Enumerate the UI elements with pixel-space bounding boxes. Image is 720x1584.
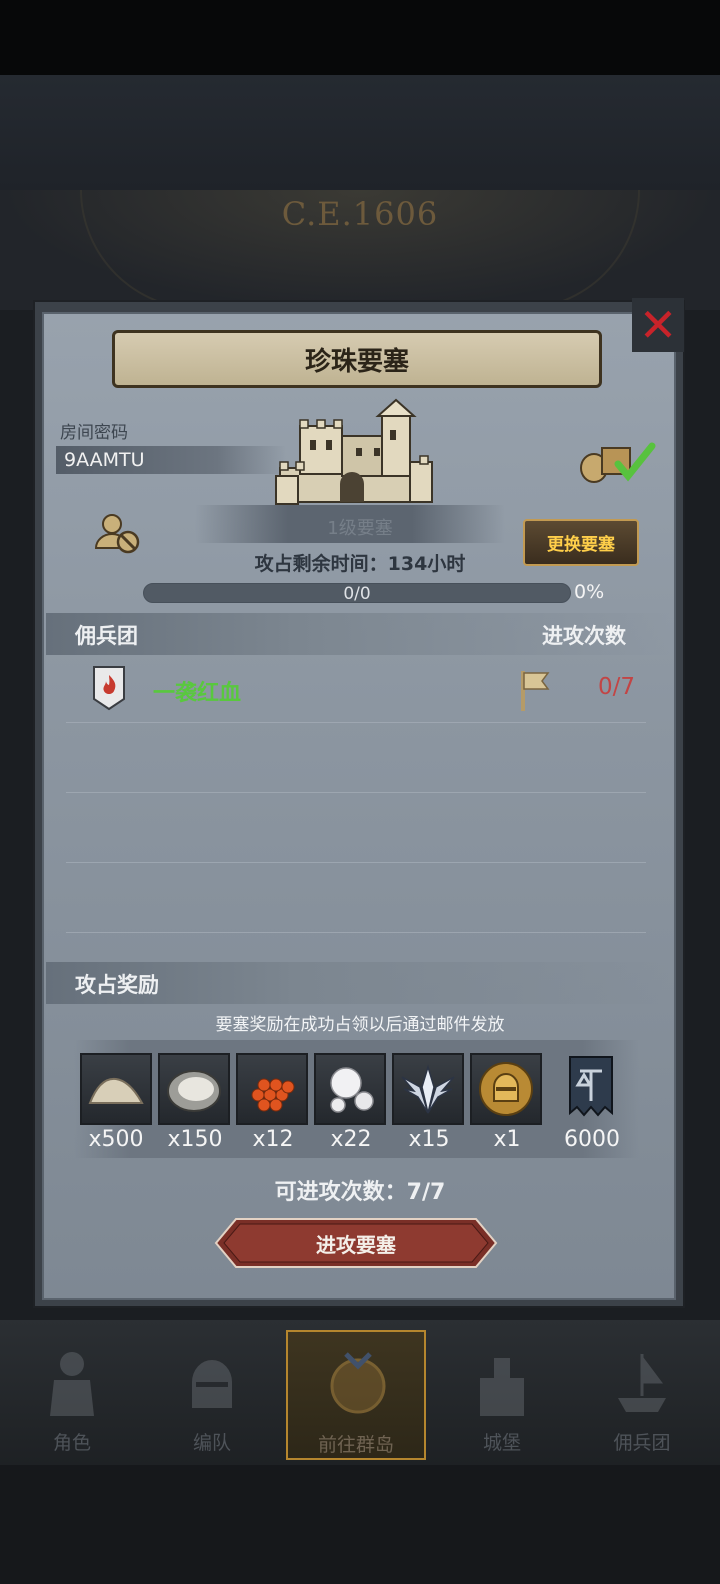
reward-qty: 6000 [564,1127,620,1152]
oyster-icon [167,1070,221,1112]
nav-label: 编队 [192,1432,231,1454]
knight-icon [50,1352,94,1416]
reward-qty: x1 [493,1127,521,1152]
rewards-note: 要塞奖励在成功占领以后通过邮件发放 [215,1015,505,1035]
fortress-icon [275,398,433,505]
close-button[interactable]: ✕ [632,298,684,352]
mercenary-section-title: 佣兵团 [75,624,138,648]
top-background [0,75,720,190]
dialog-title: 珍珠要塞 [112,330,602,388]
attack-count-header: 进攻次数 [542,624,626,648]
guild-name: 一袭红血 [153,681,242,706]
compass-icon [330,1352,386,1414]
reward-qty: x500 [88,1127,144,1152]
nav-item-castle[interactable]: 城堡 [432,1330,572,1460]
nav-item-mercenary[interactable]: 佣兵团 [572,1330,712,1460]
nav-label: 前往群岛 [317,1434,394,1456]
guild-flame-icon [93,666,125,711]
attack-flag-icon [521,671,550,711]
castle-icon [480,1358,524,1416]
nav-label: 城堡 [482,1432,521,1454]
attack-fort-label: 进攻要塞 [316,1232,396,1257]
capture-progress-bar: 0/0 [143,583,571,604]
reward-item[interactable] [80,1053,152,1125]
reward-item[interactable] [566,1053,616,1125]
ship-icon [618,1353,666,1412]
guild-attack-count: 0/7 [598,674,636,700]
reward-qty: x15 [408,1127,450,1152]
nav-item-islands[interactable]: 前往群岛 [286,1330,426,1460]
remaining-time-label: 攻占剩余时间： [254,553,388,575]
reward-item[interactable] [158,1053,230,1125]
reward-qty: x22 [330,1127,372,1152]
top-status-bar [0,0,720,75]
remaining-time: 攻占剩余时间：134小时 [0,549,720,576]
nav-item-formation[interactable]: 编队 [142,1330,282,1460]
reward-item[interactable] [470,1053,542,1125]
rewards-section-title: 攻占奖励 [75,973,159,997]
reward-item[interactable] [236,1053,308,1125]
helmet-icon [192,1360,232,1408]
guild-banner-icon [569,1056,613,1117]
nav-label: 角色 [52,1432,91,1454]
row-divider [66,862,646,863]
attacks-available-label: 可进攻次数： [274,1180,407,1205]
supplies-check-icon[interactable] [578,438,658,486]
winged-emblem-icon [401,1064,455,1114]
reward-qty: x150 [167,1127,223,1152]
era-text: C.E.1606 [281,195,439,233]
red-roe-icon [251,1078,295,1112]
reward-item[interactable] [314,1053,386,1125]
row-divider [66,722,646,723]
sand-pile-icon [88,1077,144,1104]
attacks-available: 可进攻次数：7/7 [0,1174,720,1206]
reward-item[interactable] [392,1053,464,1125]
remaining-time-value: 134小时 [387,553,466,575]
room-password-label: 房间密码 [60,423,128,443]
capture-progress-text: 0/0 [343,584,371,604]
bottom-bar [0,1465,720,1584]
reward-qty: x12 [252,1127,294,1152]
pearls-icon [330,1067,374,1113]
row-divider [66,932,646,933]
attacks-available-value: 7/7 [406,1180,446,1205]
knight-helmet-icon [479,1062,533,1116]
attack-fort-button[interactable]: 进攻要塞 [214,1217,498,1269]
nav-item-character[interactable]: 角色 [2,1330,142,1460]
close-x-icon: ✕ [638,298,678,352]
capture-progress-percent: 0% [574,581,605,603]
row-divider [66,792,646,793]
room-password-value: 9AAMTU [56,446,286,474]
nav-label: 佣兵团 [613,1432,671,1454]
